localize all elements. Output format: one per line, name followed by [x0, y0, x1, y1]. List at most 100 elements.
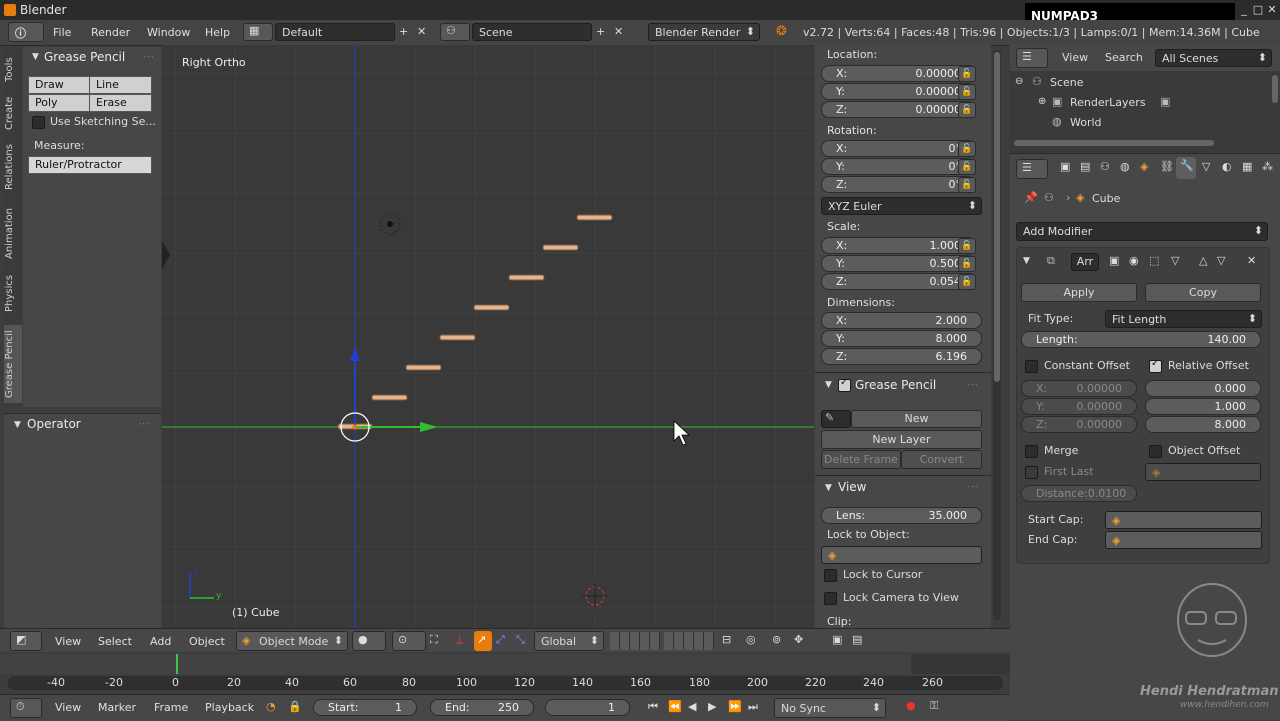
relative-x-field[interactable]: 0.000	[1145, 380, 1261, 397]
data-tab-icon[interactable]: ▽	[1202, 160, 1210, 173]
particles-tab-icon[interactable]: ⁂	[1262, 160, 1273, 173]
world-tab-icon[interactable]: ◍	[1120, 160, 1130, 173]
rotation-y-field[interactable]: Y: 0°	[821, 158, 976, 175]
constant-z-field[interactable]: Z: 0.00000	[1021, 416, 1137, 433]
convert-button[interactable]: Convert	[901, 450, 982, 469]
scale-y-field[interactable]: Y: 0.500	[821, 255, 976, 272]
viewport-editor-icon[interactable]: ◩	[10, 631, 42, 651]
menu-select[interactable]: Select	[98, 635, 132, 648]
delete-frame-button[interactable]: Delete Frame	[821, 450, 901, 469]
scale-icon[interactable]: ⤢	[496, 633, 505, 647]
object-mode-select[interactable]: ◈ Object Mode ⬍	[236, 631, 348, 651]
scale-icon[interactable]: ⤡	[516, 633, 525, 647]
line-button[interactable]: Line	[89, 76, 152, 94]
grease-pencil-enable-checkbox[interactable]: ✓	[838, 377, 851, 392]
material-tab-icon[interactable]: ◐	[1222, 160, 1232, 173]
fit-type-select[interactable]: Fit Length ⬍	[1105, 310, 1262, 328]
lock-icon[interactable]: 🔓	[958, 256, 976, 272]
timeline-editor-icon[interactable]: ⏱	[10, 698, 42, 718]
scene-tab-icon[interactable]: ⚇	[1100, 160, 1110, 173]
viewport-toggle-icon[interactable]: ◉	[1129, 254, 1139, 267]
play-icon[interactable]: ▶	[708, 700, 716, 713]
grease-pencil-panel-title[interactable]: Grease Pencil	[44, 50, 125, 64]
render-engine-select[interactable]: Blender Render ⬍	[648, 23, 760, 41]
current-frame-field[interactable]: 1	[545, 699, 630, 716]
outliner-item-scene[interactable]: Scene	[1050, 76, 1084, 89]
move-down-icon[interactable]: ▽	[1217, 254, 1225, 267]
outliner-view-menu[interactable]: View	[1062, 51, 1088, 64]
play-reverse-icon[interactable]: ◀	[688, 700, 696, 713]
render-animation-icon[interactable]: ▤	[852, 633, 862, 646]
lock-object-field[interactable]: ◈	[821, 546, 982, 564]
shading-select[interactable]: ●	[352, 631, 386, 651]
current-frame-marker[interactable]	[176, 654, 178, 674]
lock-to-cursor-checkbox[interactable]	[824, 569, 837, 582]
lock-icon[interactable]: 🔓	[958, 159, 976, 175]
expand-icon[interactable]: ⊕	[1038, 96, 1046, 107]
sync-select[interactable]: No Sync ⬍	[774, 698, 886, 718]
end-cap-field[interactable]: ◈	[1105, 531, 1262, 549]
lock-icon[interactable]: 🔓	[958, 238, 976, 254]
npanel-scrollbar[interactable]	[993, 50, 1001, 620]
location-y-field[interactable]: Y: 0.00000	[821, 83, 976, 100]
length-field[interactable]: Length: 140.00	[1021, 331, 1261, 348]
menu-file[interactable]: File	[53, 26, 71, 39]
menu-view[interactable]: View	[55, 635, 81, 648]
lens-field[interactable]: Lens: 35.000	[821, 507, 982, 524]
rotation-z-field[interactable]: Z: 0°	[821, 176, 976, 193]
distance-field[interactable]: Distance:0.0100	[1021, 485, 1137, 502]
lock-camera-checkbox[interactable]	[824, 592, 837, 605]
timeline[interactable]: -40 -20 0 20 40 60 80 100 120 140 160 18…	[0, 652, 1010, 694]
texture-tab-icon[interactable]: ▦	[1242, 160, 1252, 173]
ruler-protractor-button[interactable]: Ruler/Protractor	[28, 156, 152, 174]
lock-icon[interactable]: 🔓	[958, 84, 976, 100]
location-z-field[interactable]: Z: 0.00000	[821, 101, 976, 118]
outliner-item-world[interactable]: World	[1070, 116, 1102, 129]
drag-handle-icon[interactable]: ⋯	[967, 480, 978, 493]
start-cap-field[interactable]: ◈	[1105, 511, 1262, 529]
constraints-tab-icon[interactable]: ⛓	[1160, 160, 1174, 173]
render-layers-tab-icon[interactable]: ▤	[1080, 160, 1090, 173]
outliner-filter-select[interactable]: All Scenes ⬍	[1155, 49, 1272, 67]
layer-buttons[interactable]	[610, 632, 660, 650]
apply-button[interactable]: Apply	[1021, 283, 1137, 302]
render-tab-icon[interactable]: ▣	[1060, 160, 1070, 173]
move-up-icon[interactable]: △	[1199, 254, 1207, 267]
outliner-vscrollbar[interactable]	[1272, 75, 1278, 103]
scene-icon[interactable]: ⚇	[440, 23, 470, 41]
dimensions-x-field[interactable]: X: 2.000	[821, 312, 982, 329]
constant-y-field[interactable]: Y: 0.00000	[1021, 398, 1137, 415]
menu-view[interactable]: View	[55, 701, 81, 714]
cage-toggle-icon[interactable]: ▽	[1171, 254, 1179, 267]
gp-new-button[interactable]: New	[851, 410, 982, 428]
relative-y-field[interactable]: 1.000	[1145, 398, 1261, 415]
minimize-icon[interactable]: _	[1238, 4, 1250, 16]
lock-icon[interactable]: 🔓	[958, 274, 976, 290]
editor-type-button[interactable]: ⓘ	[8, 22, 44, 42]
copy-button[interactable]: Copy	[1145, 283, 1261, 302]
editmode-toggle-icon[interactable]: ⬚	[1149, 254, 1159, 267]
prev-keyframe-icon[interactable]: ⏪	[668, 700, 682, 713]
lock-icon[interactable]: 🔓	[958, 102, 976, 118]
preview-range-icon[interactable]: 🔒	[288, 700, 302, 713]
orientation-select[interactable]: Global ⬍	[534, 631, 604, 651]
menu-help[interactable]: Help	[205, 26, 230, 39]
drag-handle-icon[interactable]: ⋯	[138, 417, 149, 430]
menu-frame[interactable]: Frame	[154, 701, 188, 714]
tab-create[interactable]: Create	[4, 93, 22, 133]
scrollbar-thumb[interactable]	[994, 52, 1000, 382]
tab-tools[interactable]: Tools	[4, 51, 22, 89]
modifiers-tab-active[interactable]: 🔧	[1176, 157, 1196, 179]
draw-button[interactable]: Draw	[28, 76, 90, 94]
close-icon[interactable]: ✕	[1266, 4, 1278, 16]
timeline-scrollbar[interactable]	[8, 676, 1003, 690]
pin-icon[interactable]: 📌	[1024, 191, 1038, 204]
menu-playback[interactable]: Playback	[205, 701, 254, 714]
first-last-checkbox[interactable]	[1025, 466, 1038, 479]
tab-grease-pencil[interactable]: Grease Pencil	[4, 325, 22, 403]
outliner-hscrollbar[interactable]	[1014, 140, 1214, 146]
keying-set-icon[interactable]: ⚿	[930, 699, 938, 713]
collapse-icon[interactable]: ▼	[825, 380, 832, 390]
add-scene-icon[interactable]: +	[596, 25, 605, 38]
render-preview-icon[interactable]: ▣	[832, 633, 842, 646]
